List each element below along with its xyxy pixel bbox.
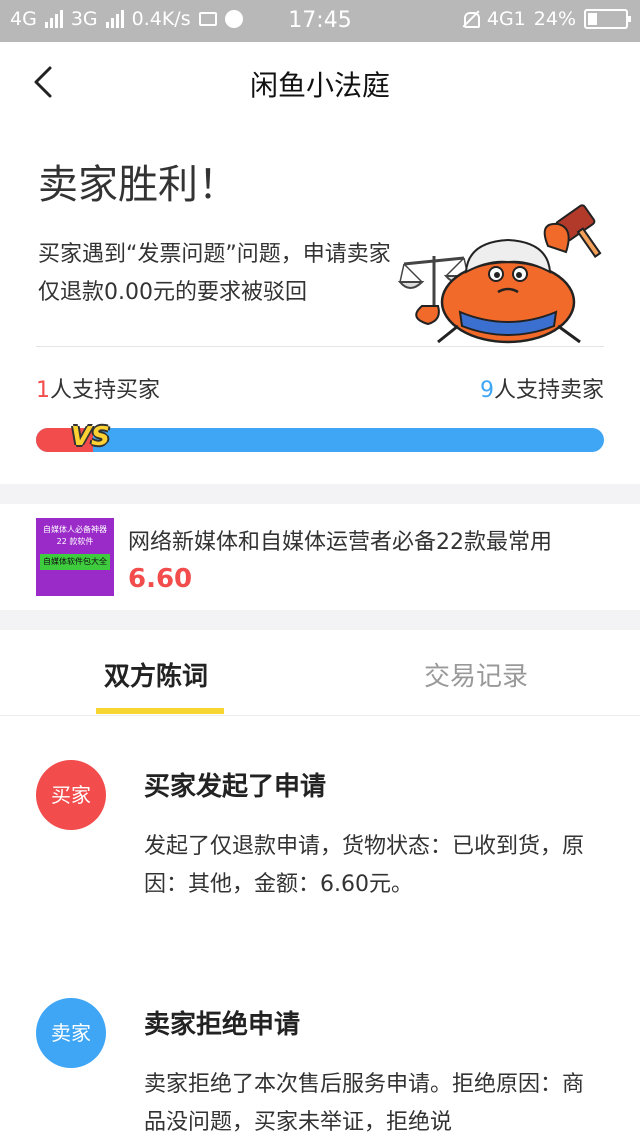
- buyer-support-count: 1人支持买家: [36, 372, 160, 404]
- entry-title: 卖家拒绝申请: [144, 1010, 301, 1040]
- verdict-description: 买家遇到“发票问题”问题，申请卖家仅退款0.00元的要求被驳回: [38, 242, 391, 305]
- battery-icon: [584, 9, 631, 29]
- buyer-avatar: 买家: [36, 760, 106, 830]
- mute-bell-icon: [461, 10, 480, 28]
- tab-transaction-records[interactable]: 交易记录: [424, 656, 528, 693]
- entry-text: 发起了仅退款申请，货物状态：已收到货，原因：其他，金额：6.60元。: [144, 834, 585, 897]
- entry-title: 买家发起了申请: [144, 772, 327, 802]
- tab-statements[interactable]: 双方陈词: [104, 656, 208, 693]
- entry-text: 卖家拒绝了本次售后服务申请。拒绝原因：商品没问题，买家未举证，拒绝说: [144, 1072, 585, 1135]
- network-type: 4G1: [486, 8, 526, 30]
- battery-percent: 24%: [533, 8, 576, 30]
- thumb-line-1: 自媒体人必备神器: [43, 525, 107, 534]
- product-card[interactable]: 自媒体人必备神器 22 款软件 自媒体软件包大全 网络新媒体和自媒体运营者必备2…: [0, 504, 640, 610]
- active-tab-indicator: [96, 708, 224, 714]
- thumb-line-3: 自媒体软件包大全: [40, 554, 110, 570]
- tab-bar: 双方陈词 交易记录: [0, 630, 640, 716]
- section-gap: [0, 484, 640, 504]
- divider: [36, 346, 604, 347]
- status-right: 4G1 24%: [461, 8, 631, 30]
- buyer-support-label: 人支持买家: [50, 378, 161, 403]
- seller-avatar: 卖家: [36, 998, 106, 1068]
- vote-progress-bar: VS: [36, 422, 604, 452]
- verdict-title: 卖家胜利！: [38, 162, 238, 208]
- nav-bar: 闲鱼小法庭: [0, 42, 640, 122]
- seller-support-label: 人支持卖家: [493, 378, 604, 403]
- vs-badge: VS: [71, 422, 110, 452]
- seller-support-count: 9人支持卖家: [480, 372, 604, 404]
- seller-support-number: 9: [479, 378, 494, 403]
- section-gap: [0, 610, 640, 630]
- crab-judge-illustration: [398, 204, 602, 344]
- product-thumbnail: 自媒体人必备神器 22 款软件 自媒体软件包大全: [36, 518, 114, 596]
- status-bar: 4G 3G 0.4K/s 17:45 4G1 24%: [0, 0, 640, 42]
- product-title: 网络新媒体和自媒体运营者必备22款最常用: [128, 530, 552, 555]
- buyer-support-number: 1: [36, 378, 50, 403]
- product-price: 6.60: [128, 564, 193, 594]
- thumb-line-2: 22 款软件: [56, 537, 94, 546]
- page-title: 闲鱼小法庭: [249, 69, 390, 102]
